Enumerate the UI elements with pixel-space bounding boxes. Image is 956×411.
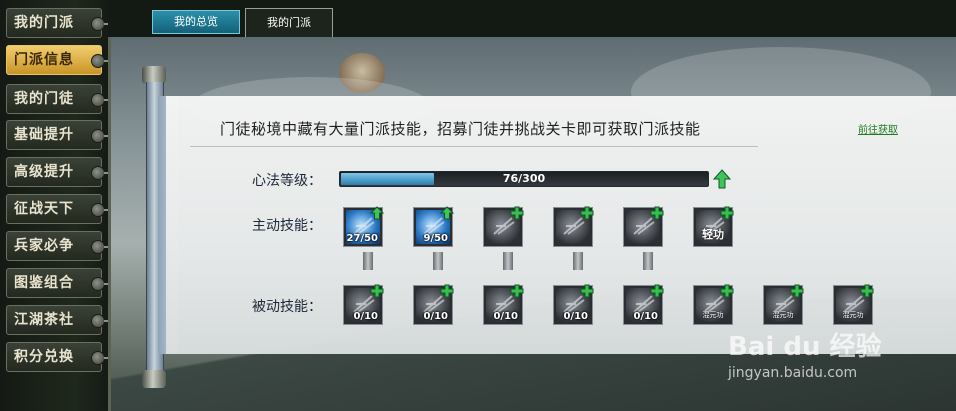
plus-icon	[790, 284, 804, 298]
goto-obtain-link[interactable]: 前往获取	[858, 121, 898, 136]
plus-icon	[860, 284, 874, 298]
skill-count: 27/50	[346, 233, 378, 244]
passive-skill-slot[interactable]: 0/10	[343, 284, 384, 325]
sidebar-item-label: 我的门派	[14, 15, 74, 31]
sidebar-item-label: 图鉴组合	[14, 275, 74, 291]
upgrade-arrow-icon[interactable]	[713, 169, 731, 189]
upgrade-arrow-icon	[370, 206, 384, 220]
knob-icon	[91, 166, 110, 180]
panel-headline: 门徒秘境中藏有大量门派技能，招募门徒并挑战关卡即可获取门派技能	[220, 120, 701, 138]
sidebar-item-label: 我的门徒	[14, 91, 74, 107]
knob-icon	[91, 17, 110, 31]
skill-connector	[643, 252, 653, 270]
passive-skills-label: 被动技能：	[252, 299, 322, 315]
sidebar-item-basic-upgrade[interactable]: 基础提升	[6, 120, 110, 150]
passive-skill-slot[interactable]: 混元功	[693, 284, 734, 325]
skill-connector	[573, 252, 583, 270]
skill-connector	[433, 252, 443, 270]
sidebar-item-conquest[interactable]: 征战天下	[6, 194, 110, 224]
knob-icon	[91, 314, 110, 328]
sidebar-item-advanced-upgrade[interactable]: 高级提升	[6, 157, 110, 187]
skill-count: 0/10	[563, 311, 588, 322]
sidebar-item-teahouse[interactable]: 江湖茶社	[6, 305, 110, 335]
tab-my-sect[interactable]: 我的门派	[245, 8, 333, 37]
xinfa-progress-text: 76/300	[502, 172, 546, 185]
skill-name: 混元功	[702, 311, 724, 319]
plus-icon	[440, 284, 454, 298]
sidebar-item-collection[interactable]: 图鉴组合	[6, 268, 110, 298]
knob-icon	[91, 93, 110, 107]
passive-skill-slot[interactable]: 0/10	[553, 284, 594, 325]
sidebar: 我的门派 门派信息 我的门徒 基础提升 高级提升 征战天下 兵家必争 图鉴组合 …	[0, 0, 110, 411]
passive-skill-slot[interactable]: 混元功	[763, 284, 804, 325]
plus-icon	[580, 206, 594, 220]
skill-connector	[503, 252, 513, 270]
sidebar-item-label: 兵家必争	[14, 238, 74, 254]
active-skill-slot[interactable]	[553, 206, 594, 247]
active-skill-slot[interactable]	[483, 206, 524, 247]
tab-overview[interactable]: 我的总览	[152, 10, 240, 34]
scroll-rod-cap	[142, 370, 166, 388]
sidebar-item-sect-info[interactable]: 门派信息	[6, 45, 110, 75]
passive-skill-slot[interactable]: 0/10	[413, 284, 454, 325]
xinfa-level-label: 心法等级：	[252, 173, 322, 189]
sidebar-item-label: 征战天下	[14, 201, 74, 217]
passive-skill-slot[interactable]: 0/10	[623, 284, 664, 325]
plus-icon	[650, 206, 664, 220]
knob-icon	[91, 54, 110, 68]
knob-icon	[91, 277, 110, 291]
passive-skill-slot[interactable]: 混元功	[833, 284, 874, 325]
sidebar-item-my-sect[interactable]: 我的门派	[6, 8, 110, 38]
active-skills-label: 主动技能：	[252, 218, 322, 234]
xinfa-progress-bar: 76/300	[339, 171, 709, 187]
skill-name: 混元功	[772, 311, 794, 319]
sidebar-item-my-disciples[interactable]: 我的门徒	[6, 84, 110, 114]
active-skill-slot[interactable]: 轻功	[693, 206, 734, 247]
sidebar-item-label: 高级提升	[14, 164, 74, 180]
knob-icon	[91, 351, 110, 365]
passive-skill-slot[interactable]: 0/10	[483, 284, 524, 325]
plus-icon	[650, 284, 664, 298]
skill-count: 0/10	[423, 311, 448, 322]
skill-count: 9/50	[423, 233, 448, 244]
sidebar-item-label: 江湖茶社	[14, 312, 74, 328]
watermark-brand: Bai du 经验	[728, 332, 882, 362]
plus-icon	[720, 284, 734, 298]
skill-count: 0/10	[353, 311, 378, 322]
skill-name: 轻功	[702, 228, 724, 241]
sidebar-item-label: 基础提升	[14, 127, 74, 143]
plus-icon	[510, 206, 524, 220]
sidebar-item-points-exchange[interactable]: 积分兑换	[6, 342, 110, 372]
plus-icon	[370, 284, 384, 298]
knob-icon	[91, 240, 110, 254]
active-skill-slot[interactable]: 9/50	[413, 206, 454, 247]
upgrade-arrow-icon	[440, 206, 454, 220]
baidu-watermark: Bai du 经验 jingyan.baidu.com	[728, 326, 882, 381]
active-skill-slot[interactable]	[623, 206, 664, 247]
active-skill-slot[interactable]: 27/50	[343, 206, 384, 247]
skill-count: 0/10	[493, 311, 518, 322]
knob-icon	[91, 203, 110, 217]
sidebar-item-label: 积分兑换	[14, 349, 74, 365]
skill-count: 0/10	[633, 311, 658, 322]
sidebar-item-label: 门派信息	[14, 52, 74, 68]
plus-icon	[510, 284, 524, 298]
divider	[190, 146, 758, 147]
plus-icon	[720, 206, 734, 220]
sidebar-item-battleground[interactable]: 兵家必争	[6, 231, 110, 261]
watermark-url: jingyan.baidu.com	[728, 365, 858, 381]
plus-icon	[580, 284, 594, 298]
knob-icon	[91, 129, 110, 143]
skill-name: 混元功	[842, 311, 864, 319]
skill-connector	[363, 252, 373, 270]
